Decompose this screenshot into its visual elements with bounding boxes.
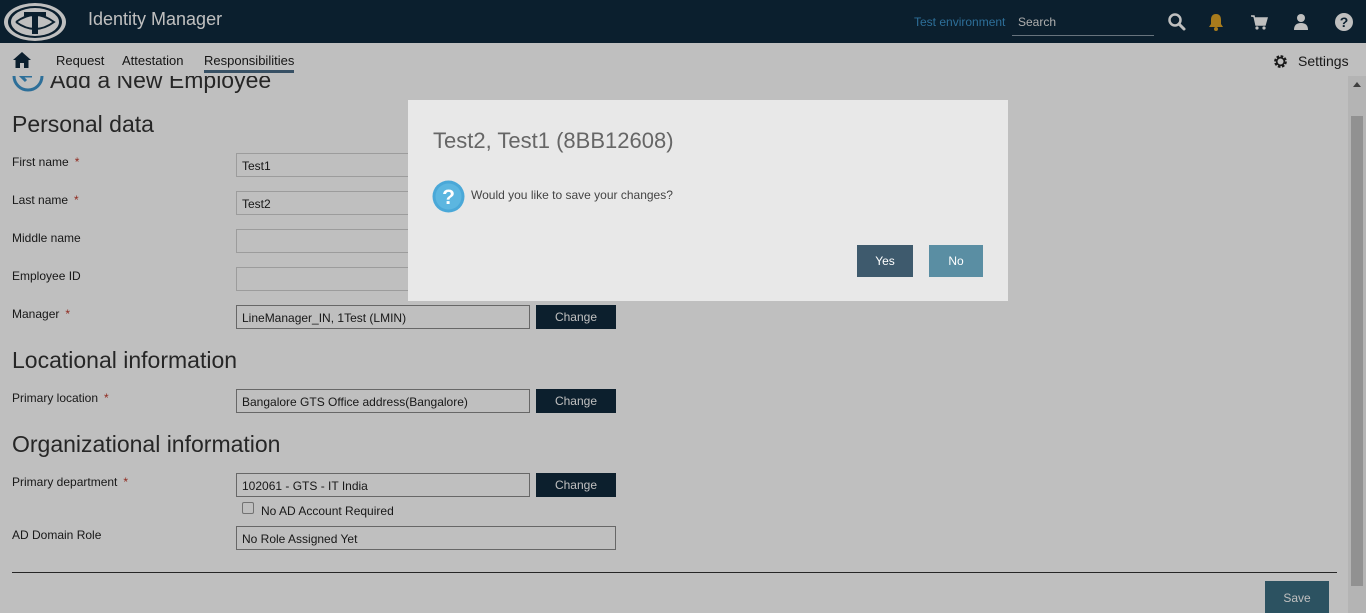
svg-text:?: ? (442, 186, 455, 209)
save-changes-dialog: Test2, Test1 (8BB12608) ? Would you like… (408, 100, 1008, 301)
no-button[interactable]: No (929, 245, 983, 277)
dialog-message: Would you like to save your changes? (471, 188, 673, 202)
question-icon: ? (432, 180, 465, 213)
yes-button[interactable]: Yes (857, 245, 913, 277)
modal-overlay: Test2, Test1 (8BB12608) ? Would you like… (0, 0, 1366, 613)
dialog-title: Test2, Test1 (8BB12608) (433, 128, 674, 153)
